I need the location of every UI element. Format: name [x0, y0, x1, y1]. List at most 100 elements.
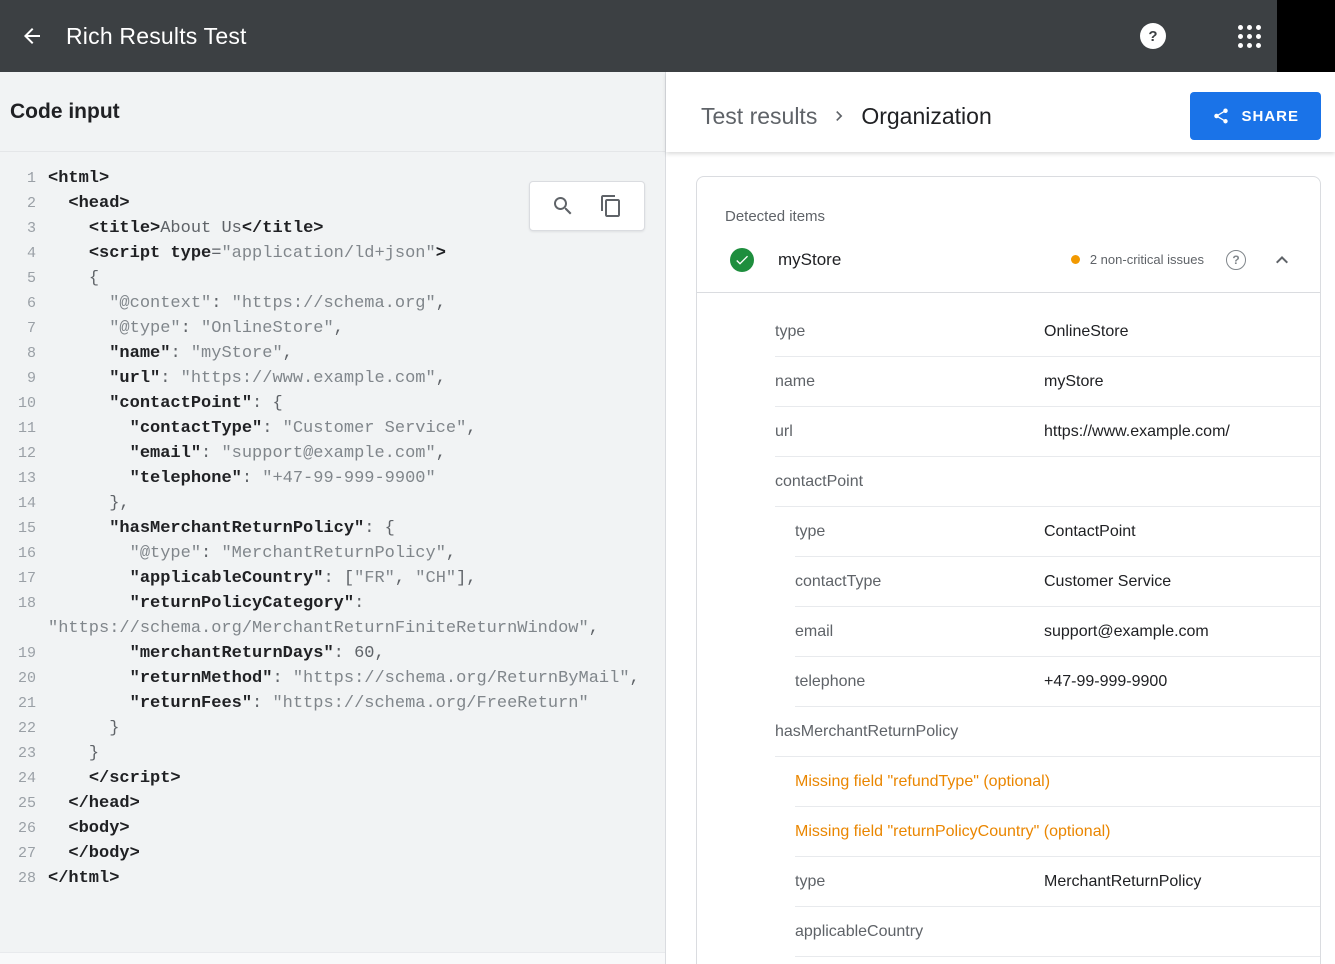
line-number: 19 — [0, 641, 36, 666]
detected-items-card: Detected items myStore 2 non-critical is… — [696, 176, 1321, 964]
topbar: Rich Results Test ? — [0, 0, 1335, 72]
code-editor[interactable]: 1 <html> 2 <head> 3 <title>About Us</tit… — [0, 152, 665, 952]
code-line-content: </head> — [48, 791, 665, 816]
code-input-title: Code input — [10, 100, 120, 124]
detected-items-label: Detected items — [697, 177, 1320, 227]
copy-icon — [599, 194, 623, 218]
code-line-content: { — [48, 266, 665, 291]
code-line-content: </html> — [48, 866, 665, 891]
result-row-kv: emailsupport@example.com — [795, 607, 1320, 657]
back-arrow-icon — [20, 24, 44, 48]
grid-dot-icon — [1256, 34, 1261, 39]
grid-dot-icon — [1247, 25, 1252, 30]
line-number: 27 — [0, 841, 36, 866]
results-body: Detected items myStore 2 non-critical is… — [666, 152, 1335, 964]
grid-dot-icon — [1238, 25, 1243, 30]
field-label: url — [775, 423, 1044, 441]
app-title: Rich Results Test — [66, 23, 247, 50]
result-row-kv: typeMerchantReturnPolicy — [795, 857, 1320, 907]
results-header: Test results Organization SHARE — [666, 72, 1335, 152]
field-label: type — [775, 323, 1044, 341]
line-number: 17 — [0, 566, 36, 591]
line-number: 12 — [0, 441, 36, 466]
line-number: 22 — [0, 716, 36, 741]
field-label: telephone — [795, 673, 1044, 691]
field-value: +47-99-999-9900 — [1044, 673, 1167, 691]
code-panel-header: Code input — [0, 72, 665, 152]
result-row-kv: typeOnlineStore — [775, 307, 1320, 357]
result-row-warning[interactable]: Missing field "refundType" (optional) — [795, 757, 1320, 807]
code-lines: 1 <html> 2 <head> 3 <title>About Us</tit… — [0, 166, 665, 891]
code-line-content: <body> — [48, 816, 665, 841]
question-mark-icon: ? — [1232, 253, 1239, 267]
code-line-content: "contactType": "Customer Service", — [48, 416, 665, 441]
line-number: 3 — [0, 216, 36, 241]
search-button[interactable] — [547, 190, 579, 222]
search-icon — [551, 194, 575, 218]
collapse-chevron-icon[interactable] — [1270, 248, 1294, 272]
code-line: 4 <script type="application/ld+json"> — [0, 241, 665, 266]
code-line: 7 "@type": "OnlineStore", — [0, 316, 665, 341]
line-number: 2 — [0, 191, 36, 216]
code-line-content: <script type="application/ld+json"> — [48, 241, 665, 266]
code-line: 6 "@context": "https://schema.org", — [0, 291, 665, 316]
field-value: myStore — [1044, 373, 1104, 391]
success-check-icon — [730, 248, 754, 272]
warning-dot-icon — [1071, 255, 1080, 264]
line-number: 18 — [0, 591, 36, 641]
result-row-section: contactPoint — [775, 457, 1320, 507]
code-line: 24 </script> — [0, 766, 665, 791]
line-number: 23 — [0, 741, 36, 766]
code-line: 28 </html> — [0, 866, 665, 891]
issues-summary: 2 non-critical issues — [1090, 252, 1204, 267]
share-button[interactable]: SHARE — [1190, 92, 1321, 140]
line-number: 14 — [0, 491, 36, 516]
result-row-warning[interactable]: Missing field "returnPolicyCountry" (opt… — [795, 807, 1320, 857]
question-mark-icon: ? — [1148, 28, 1157, 45]
grid-dot-icon — [1238, 34, 1243, 39]
code-line-content: } — [48, 716, 665, 741]
code-line: 19 "merchantReturnDays": 60, — [0, 641, 665, 666]
field-label: type — [795, 873, 1044, 891]
line-number: 1 — [0, 166, 36, 191]
result-row-section: applicableCountry — [795, 907, 1320, 957]
code-line-content: "returnPolicyCategory": "https://schema.… — [48, 591, 665, 641]
field-value: ContactPoint — [1044, 523, 1136, 541]
topbar-actions: ? — [1140, 0, 1335, 72]
code-line: 15 "hasMerchantReturnPolicy": { — [0, 516, 665, 541]
code-line: 14 }, — [0, 491, 665, 516]
profile-area[interactable] — [1277, 0, 1335, 72]
help-button[interactable]: ? — [1140, 23, 1166, 49]
line-number: 20 — [0, 666, 36, 691]
code-line-content: "merchantReturnDays": 60, — [48, 641, 665, 666]
code-line-content: "returnMethod": "https://schema.org/Retu… — [48, 666, 665, 691]
grid-dot-icon — [1247, 34, 1252, 39]
code-line: 16 "@type": "MerchantReturnPolicy", — [0, 541, 665, 566]
results-panel: Test results Organization SHARE Detected… — [665, 72, 1335, 964]
code-panel: Code input 1 <html> 2 <head> 3 <title>Ab… — [0, 72, 665, 964]
field-value: support@example.com — [1044, 623, 1209, 641]
field-label: name — [775, 373, 1044, 391]
apps-grid-button[interactable] — [1238, 25, 1261, 48]
help-outline-icon[interactable]: ? — [1226, 250, 1246, 270]
code-line-content: }, — [48, 491, 665, 516]
code-line: 8 "name": "myStore", — [0, 341, 665, 366]
back-button[interactable] — [12, 16, 52, 56]
line-number: 15 — [0, 516, 36, 541]
horizontal-scrollbar[interactable] — [0, 952, 665, 964]
grid-dot-icon — [1247, 43, 1252, 48]
line-number: 4 — [0, 241, 36, 266]
code-line: 20 "returnMethod": "https://schema.org/R… — [0, 666, 665, 691]
code-line-content: "telephone": "+47-99-999-9900" — [48, 466, 665, 491]
field-label: type — [795, 523, 1044, 541]
field-value: https://www.example.com/ — [1044, 423, 1230, 441]
warning-text: Missing field "returnPolicyCountry" (opt… — [795, 823, 1110, 841]
breadcrumb-test-results[interactable]: Test results — [701, 103, 817, 130]
field-label: contactPoint — [775, 473, 863, 491]
copy-button[interactable] — [595, 190, 627, 222]
entity-row[interactable]: myStore 2 non-critical issues ? — [697, 227, 1320, 293]
result-row-kv: telephone+47-99-999-9900 — [795, 657, 1320, 707]
line-number: 16 — [0, 541, 36, 566]
line-number: 7 — [0, 316, 36, 341]
result-row-kv: namemyStore — [775, 357, 1320, 407]
